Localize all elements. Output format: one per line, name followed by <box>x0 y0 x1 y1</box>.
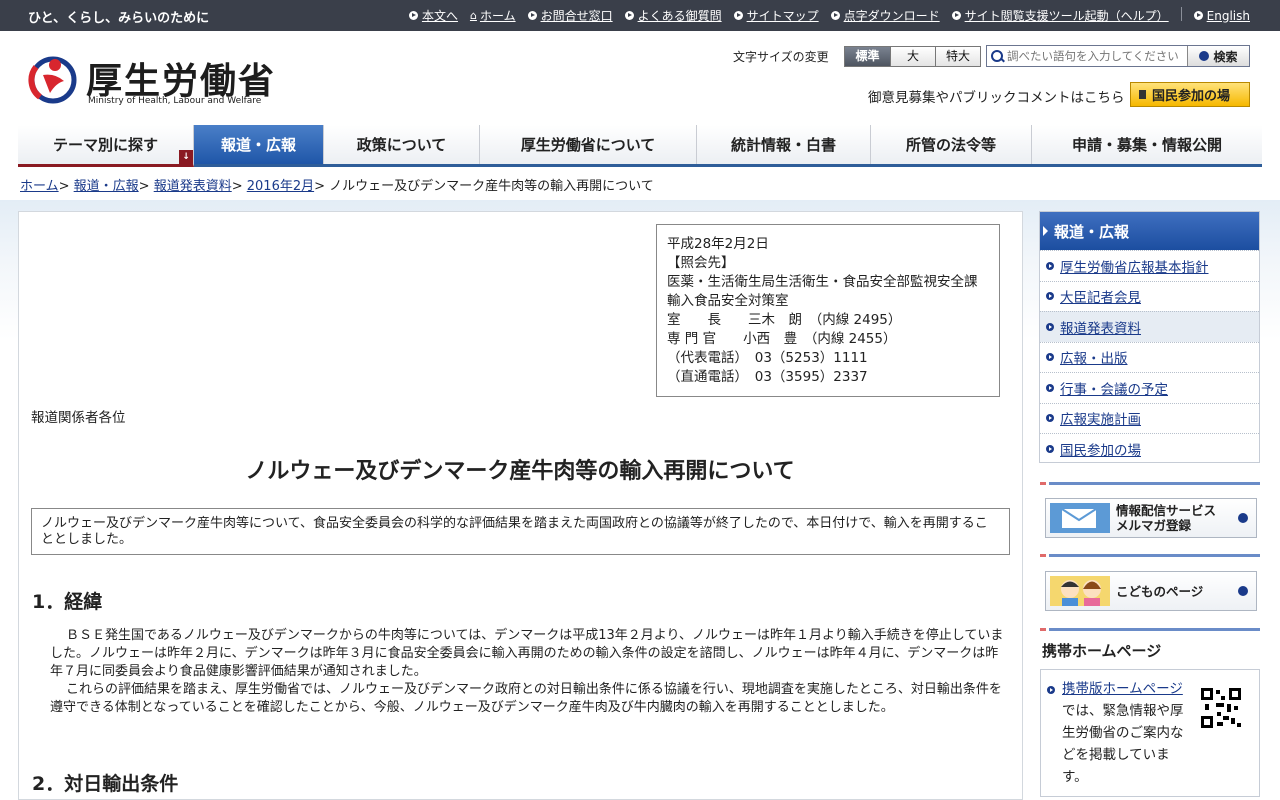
accessibility-tool-link[interactable]: サイト閲覧支援ツール起動（ヘルプ） <box>951 7 1169 24</box>
contact-person-2: 専 門 官 小西 豊 （内線 2455） <box>667 331 897 347</box>
contact-office: 輸入食品安全対策室 <box>667 293 789 309</box>
contact-person-1: 室 長 三木 朗 （内線 2495） <box>667 312 902 328</box>
sidebar-item-press-releases[interactable]: 報道発表資料 <box>1040 311 1259 342</box>
sidebar-heading[interactable]: 報道・広報 <box>1040 212 1259 250</box>
mobile-site-link[interactable]: 携帯版ホームページ <box>1062 681 1183 697</box>
nav-press[interactable]: 報道・広報 <box>194 125 324 164</box>
font-size-xlarge-button[interactable]: 特大 <box>935 47 980 66</box>
logo-subtitle: Ministry of Health, Labour and Welfare <box>88 96 262 106</box>
qr-code-icon <box>1201 688 1241 728</box>
site-header: 厚生労働省 Ministry of Health, Labour and Wel… <box>0 31 1280 124</box>
summary-box: ノルウェー及びデンマーク産牛肉等について、食品安全委員会の科学的な評価結果を踏ま… <box>31 508 1010 555</box>
skip-to-content-link[interactable]: 本文へ <box>408 7 458 24</box>
arrow-circle-icon <box>1046 353 1054 362</box>
breadcrumb-month[interactable]: 2016年2月 <box>247 179 314 194</box>
section-heading-conditions: 2．対日輸出条件 <box>32 773 179 795</box>
public-comment-text: 御意見募集やパブリックコメントはこちら <box>868 90 1125 106</box>
sitemap-link[interactable]: サイトマップ <box>733 7 819 24</box>
arrow-circle-icon <box>1193 11 1203 20</box>
mail-magazine-label: 情報配信サービス メルマガ登録 <box>1116 503 1217 533</box>
arrow-circle-icon <box>1046 322 1054 331</box>
arrow-circle-icon <box>1199 51 1210 61</box>
page-title: ノルウェー及びデンマーク産牛肉等の輸入再開について <box>245 459 795 484</box>
arrow-circle-icon <box>1046 383 1054 392</box>
sidebar-item-pr-guidelines[interactable]: 厚生労働省広報基本指針 <box>1040 250 1259 281</box>
contact-box: 平成28年2月2日 【照会先】 医薬・生活衛生局生活衛生・食品安全部監視安全課 … <box>656 224 1000 397</box>
font-size-selector: 標準 大 特大 <box>844 46 981 67</box>
arrow-circle-icon <box>408 11 418 20</box>
arrow-circle-icon <box>1238 513 1248 523</box>
tagline: ひと、くらし、みらいのために <box>28 11 210 26</box>
divider <box>1040 554 1260 557</box>
arrow-circle-icon <box>1046 414 1054 423</box>
arrow-circle-icon <box>733 11 743 20</box>
arrow-circle-icon <box>830 11 840 20</box>
sidebar-item-press-conference[interactable]: 大臣記者会見 <box>1040 280 1259 312</box>
search-icon <box>987 46 1007 66</box>
divider <box>1040 482 1260 485</box>
mobile-site-box: 携帯版ホームページでは、緊急情報や厚生労働省のご案内などを掲載しています。 <box>1040 669 1260 797</box>
contact-heading: 【照会先】 <box>667 255 735 271</box>
arrow-circle-icon <box>1046 292 1054 301</box>
arrow-circle-icon <box>527 11 537 20</box>
home-icon: ⌂ <box>469 9 477 22</box>
nav-policy[interactable]: 政策について <box>324 125 480 164</box>
faq-link[interactable]: よくある御質問 <box>624 7 722 24</box>
sidebar-item-pr-plan[interactable]: 広報実施計画 <box>1040 402 1259 434</box>
top-bar: ひと、くらし、みらいのために 本文へ ⌂ ホーム お問合せ窓口 よくある御質問 サ… <box>0 0 1280 31</box>
nav-statistics[interactable]: 統計情報・白書 <box>697 125 871 164</box>
font-size-large-button[interactable]: 大 <box>890 47 935 66</box>
breadcrumb-press-releases[interactable]: 報道発表資料 <box>154 179 232 194</box>
contact-phone-main: （代表電話） 03（5253）1111 <box>667 350 868 366</box>
arrow-circle-icon <box>951 11 961 20</box>
breadcrumb: ホーム> 報道・広報> 報道発表資料> 2016年2月> ノルウェー及びデンマー… <box>20 179 654 194</box>
square-icon <box>1139 90 1146 99</box>
font-size-standard-button[interactable]: 標準 <box>845 47 890 66</box>
paragraph-background-1: ＢＳＥ発生国であるノルウェー及びデンマークからの牛肉等については、デンマークは平… <box>50 628 1004 679</box>
top-links: 本文へ ⌂ ホーム お問合せ窓口 よくある御質問 サイトマップ 点字ダウンロード … <box>397 7 1250 24</box>
nav-laws[interactable]: 所管の法令等 <box>871 125 1032 164</box>
sidebar-menu: 報道・広報 厚生労働省広報基本指針 大臣記者会見 報道発表資料 広報・出版 行事… <box>1039 211 1260 463</box>
kids-page-label: こどものページ <box>1116 583 1204 599</box>
breadcrumb-current: ノルウェー及びデンマーク産牛肉等の輸入再開について <box>329 179 654 194</box>
arrow-circle-icon <box>1047 686 1055 694</box>
mobile-site-heading: 携帯ホームページ <box>1042 642 1162 660</box>
nav-theme-search[interactable]: テーマ別に探す <box>18 125 194 167</box>
addressee: 報道関係者各位 <box>31 410 126 426</box>
divider <box>1040 628 1260 631</box>
arrow-circle-icon <box>1238 586 1248 596</box>
braille-download-link[interactable]: 点字ダウンロード <box>830 7 940 24</box>
breadcrumb-press[interactable]: 報道・広報 <box>74 179 139 194</box>
divider <box>1180 7 1182 21</box>
section-heading-background: 1．経緯 <box>32 591 103 613</box>
font-size-label: 文字サイズの変更 <box>733 50 829 64</box>
english-link[interactable]: English <box>1193 7 1250 24</box>
release-date: 平成28年2月2日 <box>667 236 769 252</box>
sidebar-item-publications[interactable]: 広報・出版 <box>1040 341 1259 373</box>
children-icon <box>1050 576 1110 606</box>
search-input[interactable] <box>1007 46 1187 66</box>
arrow-circle-icon <box>1046 444 1054 453</box>
mobile-site-description: 携帯版ホームページでは、緊急情報や厚生労働省のご案内などを掲載しています。 <box>1062 681 1184 785</box>
kids-page-banner[interactable]: こどものページ <box>1045 571 1257 611</box>
arrow-circle-icon <box>624 11 634 20</box>
contact-link[interactable]: お問合せ窓口 <box>527 7 613 24</box>
nav-applications[interactable]: 申請・募集・情報公開 <box>1032 125 1262 164</box>
mail-magazine-banner[interactable]: 情報配信サービス メルマガ登録 <box>1045 498 1257 538</box>
sidebar-item-participation[interactable]: 国民参加の場 <box>1040 433 1259 464</box>
nav-about-ministry[interactable]: 厚生労働省について <box>480 125 697 164</box>
arrow-circle-icon <box>1046 261 1054 270</box>
sidebar-item-events[interactable]: 行事・会議の予定 <box>1040 372 1259 403</box>
contact-phone-direct: （直通電話） 03（3595）2337 <box>667 369 868 385</box>
envelope-icon <box>1050 503 1110 533</box>
public-participation-button[interactable]: 国民参加の場 <box>1130 82 1250 107</box>
paragraph-background-2: これらの評価結果を踏まえ、厚生労働省では、ノルウェー及びデンマーク政府との対日輸… <box>50 682 1002 715</box>
breadcrumb-home[interactable]: ホーム <box>20 179 59 194</box>
contact-department: 医薬・生活衛生局生活衛生・食品安全部監視安全課 <box>667 274 978 290</box>
home-link[interactable]: ⌂ ホーム <box>470 7 516 24</box>
global-nav: テーマ別に探す 報道・広報 政策について 厚生労働省について 統計情報・白書 所… <box>18 125 1262 167</box>
site-search: 検索 <box>986 45 1250 67</box>
search-button[interactable]: 検索 <box>1187 46 1249 66</box>
ministry-logo-icon[interactable] <box>28 53 78 105</box>
